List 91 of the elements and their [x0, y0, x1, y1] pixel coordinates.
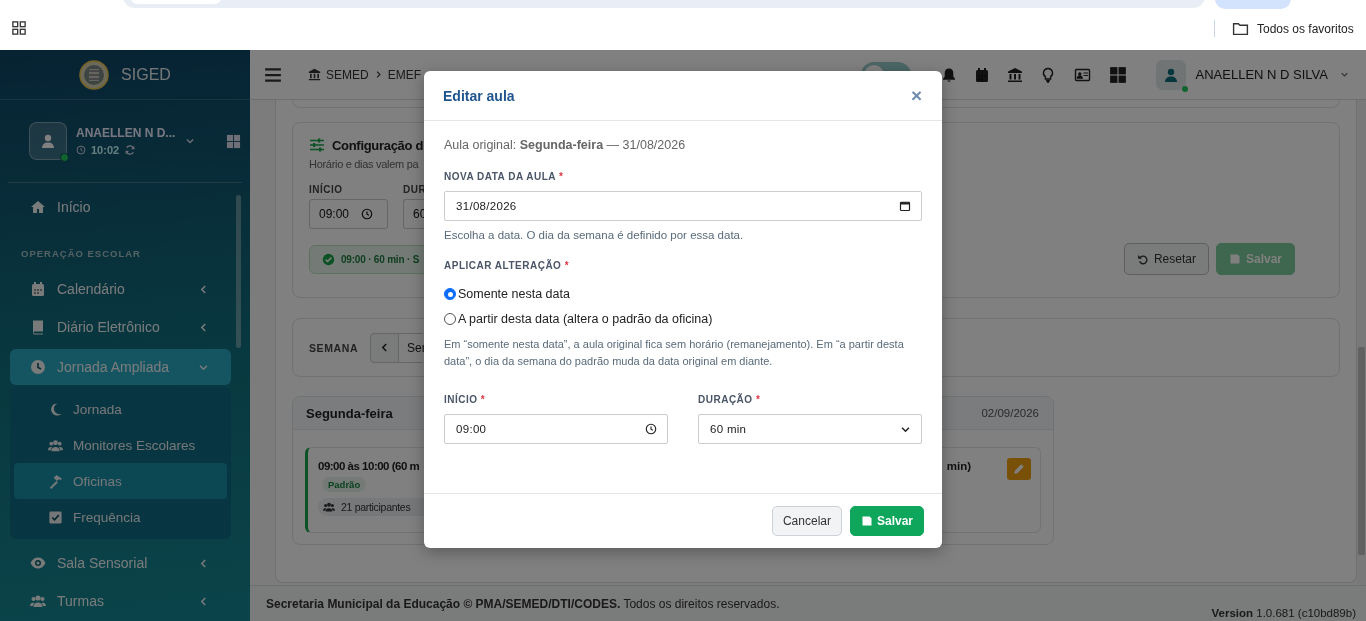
- floppy-icon: [860, 515, 873, 527]
- clock-icon: [76, 145, 86, 155]
- logo-icon: [79, 59, 110, 90]
- day-date: 02/09/2026: [981, 407, 1039, 419]
- chevron-left-icon: [379, 342, 390, 353]
- field-label: INÍCIO *: [444, 394, 487, 407]
- submenu-item[interactable]: Frequência: [14, 499, 227, 535]
- field-label: NOVA DATA DA AULA *: [444, 171, 565, 184]
- tiles-icon[interactable]: [226, 133, 241, 149]
- sync-icon[interactable]: [124, 144, 137, 156]
- submenu-item[interactable]: Oficinas: [14, 463, 227, 499]
- apps-icon[interactable]: [12, 21, 26, 35]
- user-name: ANAELLEN N D...: [76, 126, 176, 140]
- chevron-left-icon: [198, 557, 209, 569]
- book-icon: [30, 319, 46, 335]
- lesson-time: min): [946, 460, 971, 474]
- radio-button[interactable]: [444, 288, 456, 300]
- checkbox-icon: [48, 509, 63, 525]
- clock-icon: [361, 208, 374, 220]
- dialog-title: Editar aula: [443, 87, 515, 104]
- session-time: 10:02: [91, 144, 120, 156]
- date-field[interactable]: 31/08/2026: [444, 191, 922, 221]
- card-subtitle: Horário e dias valem pa: [309, 158, 420, 170]
- radio-option[interactable]: Somente nesta data: [444, 287, 922, 301]
- menu-item[interactable]: Início: [0, 188, 240, 226]
- caret-icon[interactable]: [1340, 70, 1349, 79]
- chevron-left-icon: [198, 283, 209, 295]
- menu-item[interactable]: Sala Sensorial: [10, 544, 231, 582]
- app-name: SIGED: [121, 65, 171, 84]
- copyright-text: Secretaria Municipal da Educação © PMA/SEMED/DTI/CODES. Todos os direitos reservados.: [266, 597, 780, 613]
- menu-item[interactable]: Turmas: [10, 582, 231, 620]
- scrollbar-thumb[interactable]: [236, 195, 241, 348]
- section-label: OPERAÇÃO ESCOLAR: [20, 246, 142, 261]
- chevron-left-icon: [198, 595, 209, 607]
- undo-icon: [1136, 253, 1149, 265]
- field-label: INÍCIO: [309, 184, 344, 197]
- help-text: Em “somente nesta data”, a aula original fica sem horário (remanejamento). Em “a partir desta data”, o dia da semana do padrão muda da data original em diante.: [444, 337, 905, 369]
- chevron-left-icon: [198, 321, 209, 333]
- radio-option[interactable]: A partir desta data (altera o padrão da oficina): [444, 312, 922, 326]
- user-avatar[interactable]: [1155, 59, 1186, 90]
- moon-icon: [48, 401, 63, 417]
- bell-icon[interactable]: [940, 66, 957, 83]
- person-icon: [40, 133, 56, 149]
- bank-icon: [308, 68, 321, 81]
- users-icon: [48, 437, 63, 453]
- floppy-icon: [1228, 253, 1241, 265]
- save-button[interactable]: Salvar: [849, 506, 924, 536]
- user-name[interactable]: ANAELLEN N D SILVA: [1195, 67, 1328, 82]
- pencil-icon: [1013, 463, 1025, 475]
- cancel-button[interactable]: Cancelar: [771, 506, 842, 536]
- close-button[interactable]: ×: [908, 86, 924, 105]
- calendar-icon: [30, 281, 46, 297]
- clock-icon: [30, 359, 46, 375]
- menu-item[interactable]: Diário Eletrônico: [10, 308, 231, 346]
- bank-icon[interactable]: [1006, 66, 1023, 83]
- original-lesson-text: Aula original: Segunda-feira — 31/08/2026: [444, 138, 687, 152]
- users-icon: [322, 501, 336, 513]
- time-field[interactable]: 09:00: [444, 414, 668, 444]
- menu-item[interactable]: Calendário: [10, 270, 231, 308]
- help-text: Escolha a data. O dia da semana é definido por essa data.: [444, 229, 745, 241]
- duration-select[interactable]: 60 min: [698, 414, 922, 444]
- person-icon: [1162, 66, 1179, 83]
- submenu-item[interactable]: Jornada: [14, 391, 227, 427]
- card-title: Configuração d: [332, 137, 424, 153]
- reset-button[interactable]: Resetar: [1123, 243, 1209, 275]
- calendar-icon[interactable]: [899, 200, 911, 212]
- hammer-icon: [48, 473, 63, 489]
- tiles-icon[interactable]: [1108, 65, 1127, 84]
- bookmarks-folder[interactable]: Todos os favoritos: [1232, 20, 1354, 37]
- input-field[interactable]: 09:00: [309, 199, 388, 229]
- lesson-time: 09:00 às 10:00 (60 m: [318, 460, 420, 472]
- lesson-tag: Padrão: [322, 477, 367, 492]
- week-label: SEMANA: [309, 341, 360, 354]
- version-text: Version 1.0.681 (c10bd89b): [1211, 607, 1356, 619]
- users-icon: [30, 593, 46, 609]
- breadcrumb-item[interactable]: EMEF: [387, 67, 422, 82]
- caret-icon[interactable]: [185, 136, 195, 146]
- breadcrumb-item[interactable]: SEMED: [326, 67, 369, 82]
- field-label: DURAÇÃO *: [698, 394, 762, 407]
- week-field[interactable]: Ser: [399, 332, 423, 363]
- day-title: Segunda-feira: [306, 405, 393, 421]
- submenu-item[interactable]: Monitores Escolares: [14, 427, 227, 463]
- radio-button[interactable]: [444, 313, 456, 325]
- id-card-icon[interactable]: [1072, 66, 1092, 83]
- check-circle-icon: [322, 252, 335, 266]
- menu-icon[interactable]: [264, 65, 282, 84]
- eye-icon: [30, 555, 46, 571]
- sliders-icon: [309, 137, 325, 153]
- home-icon: [30, 199, 46, 215]
- folder-icon: [1232, 20, 1249, 37]
- clock-icon[interactable]: [645, 423, 657, 435]
